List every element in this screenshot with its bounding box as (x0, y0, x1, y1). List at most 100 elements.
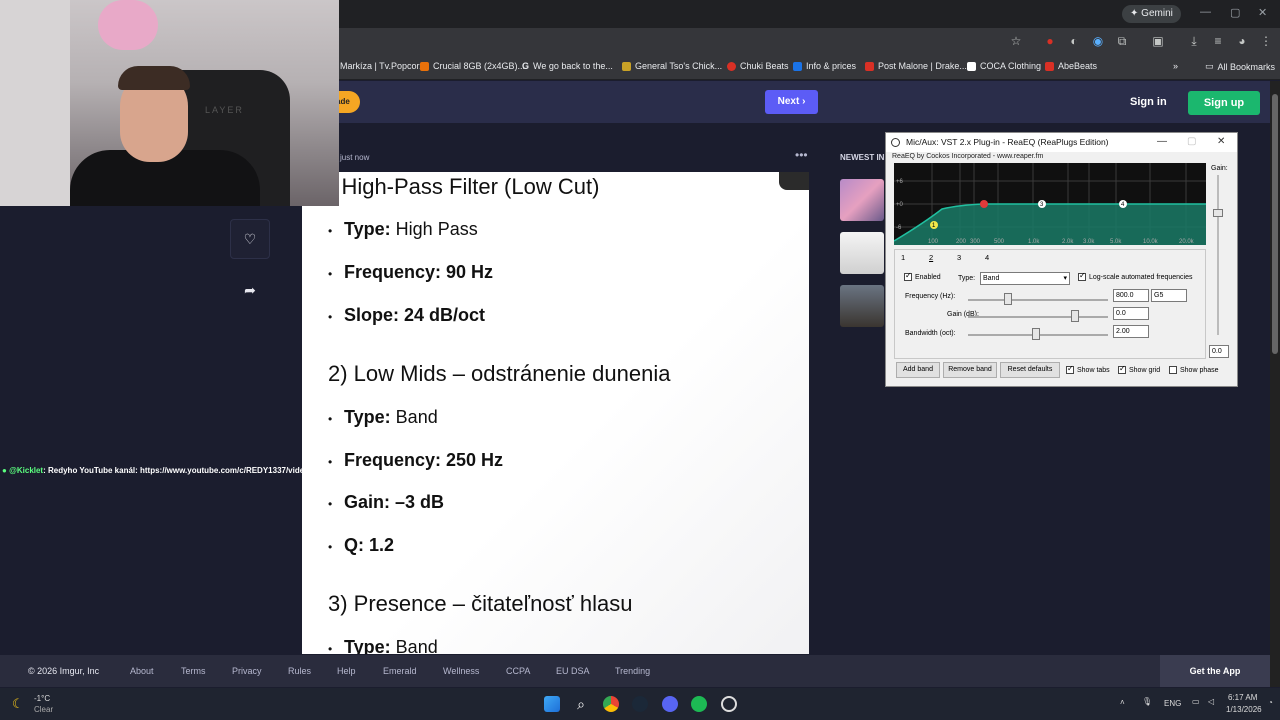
sign-in-link[interactable]: Sign in (1130, 96, 1167, 108)
download-icon[interactable]: ⤓ (1186, 34, 1202, 49)
output-gain-slider-knob[interactable] (1213, 209, 1223, 217)
band-tab[interactable]: 2 (929, 253, 933, 262)
gain-slider-track[interactable] (968, 316, 1108, 318)
extension-icon[interactable]: ● (1042, 34, 1058, 48)
bookmarks-overflow-icon[interactable]: » (1173, 61, 1178, 71)
chat-dot-icon: ● (2, 466, 10, 475)
enabled-checkbox[interactable]: Enabled (904, 271, 941, 281)
band-node[interactable]: 4 (1119, 200, 1127, 208)
show-tabs-checkbox[interactable]: Show tabs (1066, 364, 1110, 374)
footer-link[interactable]: Help (337, 666, 356, 676)
bandwidth-slider-knob[interactable] (1032, 328, 1040, 340)
gemini-button[interactable]: ✦ Gemini (1122, 5, 1181, 23)
weather-desc[interactable]: Clear (34, 705, 53, 714)
steam-icon[interactable] (632, 696, 648, 712)
language-indicator[interactable]: ENG (1164, 699, 1181, 708)
weather-temp[interactable]: -1°C (34, 694, 50, 703)
menu-icon[interactable]: ⋮ (1258, 34, 1274, 48)
band-tab[interactable]: 4 (985, 253, 989, 262)
microphone-icon[interactable]: 🎙 (1142, 697, 1152, 706)
band-node[interactable]: 3 (1038, 200, 1046, 208)
bookmark-item[interactable]: AbeBeats (1045, 61, 1097, 71)
minimize-icon[interactable]: — (1157, 136, 1167, 147)
start-windows-icon[interactable] (544, 696, 560, 712)
maximize-icon[interactable]: ▢ (1230, 6, 1240, 19)
band-node[interactable] (980, 200, 988, 208)
remove-band-button[interactable]: Remove band (943, 362, 997, 378)
all-bookmarks[interactable]: ▭ All Bookmarks (1205, 61, 1275, 72)
bandwidth-field[interactable]: 2.00 (1113, 325, 1149, 338)
bookmark-star-icon[interactable]: ☆ (1008, 34, 1024, 48)
new-post-button[interactable]: ade (336, 91, 360, 113)
footer-link[interactable]: Emerald (383, 666, 417, 676)
bookmark-item[interactable]: Crucial 8GB (2x4GB)... (420, 61, 525, 71)
reaeq-titlebar[interactable]: Mic/Aux: VST 2.x Plug-in - ReaEQ (ReaPlu… (886, 133, 1237, 152)
bookmark-item[interactable]: COCA Clothing (967, 61, 1041, 71)
minimize-icon[interactable]: — (1200, 6, 1211, 18)
footer-link[interactable]: CCPA (506, 666, 530, 676)
bookmark-label: AbeBeats (1058, 61, 1098, 71)
clock-time[interactable]: 6:17 AM (1228, 693, 1257, 702)
share-arrow-icon[interactable]: ➦ (230, 271, 270, 311)
bookmark-item[interactable]: Markíza | Tv.Popcor... (340, 61, 427, 71)
volume-icon[interactable]: ◁ (1208, 697, 1214, 706)
clock-date[interactable]: 1/13/2026 (1226, 705, 1262, 714)
footer-link[interactable]: Rules (288, 666, 311, 676)
favorite-heart-icon[interactable]: ♡ (230, 219, 270, 259)
band-node[interactable]: 1 (930, 221, 938, 229)
next-post-button[interactable]: Next › (765, 90, 818, 114)
network-icon[interactable]: ▭ (1192, 697, 1200, 706)
output-gain-field[interactable]: 0.0 (1209, 345, 1229, 358)
profile-avatar[interactable]: ◕ (1234, 34, 1250, 48)
band-tab[interactable]: 3 (957, 253, 961, 262)
note-field[interactable]: G5 (1151, 289, 1187, 302)
gain-db-field[interactable]: 0.0 (1113, 307, 1149, 320)
extension-icon[interactable]: ◉ (1090, 34, 1106, 48)
frequency-field[interactable]: 800.0 (1113, 289, 1149, 302)
frequency-slider-track[interactable] (968, 299, 1108, 301)
footer-link[interactable]: Trending (615, 666, 650, 676)
footer-link[interactable]: EU DSA (556, 666, 590, 676)
frequency-slider-knob[interactable] (1004, 293, 1012, 305)
bookmark-item[interactable]: Post Malone | Drake... (865, 61, 967, 71)
bookmark-item[interactable]: Chuki Beats (727, 61, 789, 71)
chrome-icon[interactable] (603, 696, 619, 712)
gain-slider-knob[interactable] (1071, 310, 1079, 322)
eq-graph[interactable]: +6 +0 -6 100 200 300 500 1.0k 2.0k 3.0k … (894, 163, 1206, 245)
sign-up-button[interactable]: Sign up (1188, 91, 1260, 115)
show-grid-checkbox[interactable]: Show grid (1118, 364, 1160, 374)
extensions-puzzle-icon[interactable]: ⧉ (1114, 34, 1130, 49)
media-icon[interactable]: ≡ (1210, 34, 1226, 48)
search-icon[interactable]: ⌕ (573, 696, 589, 712)
get-the-app-button[interactable]: Get the App (1160, 655, 1270, 687)
band-tab[interactable]: 1 (901, 253, 905, 262)
add-band-button[interactable]: Add band (896, 362, 940, 378)
notification-bell-icon[interactable]: ◔ (1268, 698, 1273, 707)
log-scale-checkbox[interactable]: Log-scale automated frequencies (1078, 271, 1193, 281)
bookmark-item[interactable]: General Tso's Chick... (622, 61, 722, 71)
close-icon[interactable]: ✕ (1217, 136, 1225, 147)
footer-link[interactable]: Terms (181, 666, 206, 676)
page-scrollbar-thumb[interactable] (1272, 94, 1278, 354)
tray-chevron-up-icon[interactable]: ˄ (1120, 698, 1125, 707)
type-select[interactable]: Band ▾ (980, 272, 1070, 285)
newest-thumbnail[interactable] (840, 232, 884, 274)
reset-defaults-button[interactable]: Reset defaults (1000, 362, 1060, 378)
bookmark-item[interactable]: Info & prices (793, 61, 856, 71)
maximize-icon[interactable]: ▢ (1187, 136, 1196, 147)
bookmark-item[interactable]: G We go back to the... (522, 61, 613, 71)
footer-link[interactable]: About (130, 666, 154, 676)
discord-icon[interactable] (662, 696, 678, 712)
footer-link[interactable]: Wellness (443, 666, 479, 676)
extension-icon[interactable]: ◐ (1066, 34, 1082, 48)
obs-icon[interactable] (721, 696, 737, 712)
post-more-icon[interactable]: ••• (795, 148, 808, 162)
footer-link[interactable]: Privacy (232, 666, 262, 676)
spotify-icon[interactable] (691, 696, 707, 712)
screen-share-icon[interactable]: ▣ (1150, 34, 1166, 48)
show-phase-checkbox[interactable]: Show phase (1169, 366, 1219, 374)
newest-thumbnail[interactable] (840, 285, 884, 327)
output-gain-slider-track[interactable] (1217, 175, 1219, 335)
close-icon[interactable]: ✕ (1258, 6, 1267, 19)
newest-thumbnail[interactable] (840, 179, 884, 221)
